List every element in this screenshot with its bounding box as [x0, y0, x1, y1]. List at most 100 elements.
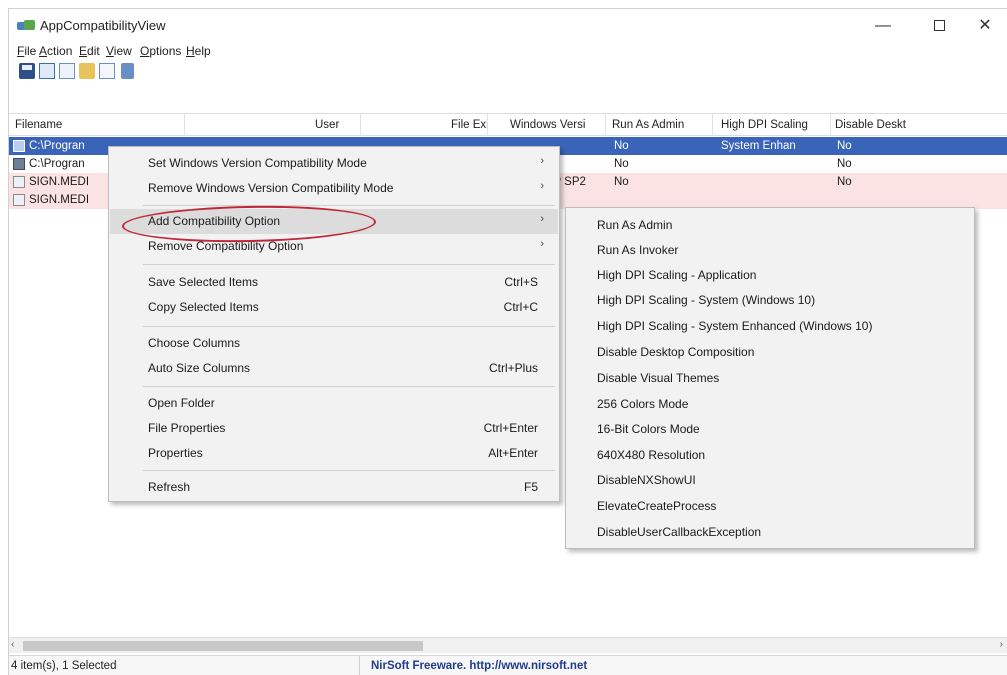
- submenu-item-label: High DPI Scaling - System Enhanced (Wind…: [597, 319, 873, 333]
- cell-run-as-admin: No: [614, 176, 629, 188]
- cell-filename: SIGN.MEDI: [29, 194, 90, 206]
- menu-item-label: Refresh: [148, 480, 191, 494]
- submenu-item-dpi-system[interactable]: High DPI Scaling - System (Windows 10): [567, 288, 973, 313]
- menu-bar: File Action Edit View Options Help: [9, 41, 1007, 61]
- menu-item-properties[interactable]: Properties Alt+Enter: [110, 441, 558, 466]
- context-menu: Set Windows Version Compatibility Mode ›…: [108, 146, 560, 502]
- properties-icon[interactable]: [39, 63, 55, 79]
- submenu-item-label: DisableNXShowUI: [597, 473, 696, 487]
- status-divider: [359, 656, 360, 675]
- cell-run-as-admin: No: [614, 158, 629, 170]
- menu-edit[interactable]: Edit: [79, 44, 100, 58]
- menu-item-label: Auto Size Columns: [148, 361, 251, 375]
- submenu-item-640x480[interactable]: 640X480 Resolution: [567, 443, 973, 468]
- submenu-item-disable-desktop-composition[interactable]: Disable Desktop Composition: [567, 340, 973, 365]
- menu-options[interactable]: Options: [140, 44, 181, 58]
- cell-run-as-admin: No: [614, 140, 629, 152]
- submenu-item-label: Run As Invoker: [597, 243, 679, 257]
- menu-item-remove-compatibility-option[interactable]: Remove Compatibility Option ›: [110, 234, 558, 259]
- cell-filename: C:\Progran: [29, 140, 85, 152]
- copy-icon[interactable]: [59, 63, 75, 79]
- menu-item-shortcut: Alt+Enter: [488, 446, 538, 460]
- column-header-run-as-admin[interactable]: Run As Admin: [606, 114, 713, 136]
- menu-item-add-compatibility-option[interactable]: Add Compatibility Option ›: [110, 209, 558, 234]
- column-header-user[interactable]: User: [185, 114, 361, 136]
- submenu-arrow-icon: ›: [540, 180, 544, 192]
- column-header-filename[interactable]: Filename: [9, 114, 185, 136]
- menu-item-refresh[interactable]: Refresh F5: [110, 475, 558, 500]
- cell-disable-desktop: No: [837, 176, 852, 188]
- menu-item-label: Copy Selected Items: [148, 300, 259, 314]
- menu-item-shortcut: F5: [523, 480, 538, 494]
- cell-high-dpi: System Enhan: [721, 140, 796, 152]
- submenu-item-label: 16-Bit Colors Mode: [597, 422, 700, 436]
- app-icon: [17, 20, 35, 32]
- menu-item-auto-size-columns[interactable]: Auto Size Columns Ctrl+Plus: [110, 356, 558, 381]
- status-credit-link[interactable]: NirSoft Freeware. http://www.nirsoft.net: [371, 660, 587, 672]
- submenu-item-run-as-admin[interactable]: Run As Admin: [567, 213, 973, 238]
- column-header-disable-desktop[interactable]: Disable Deskt: [831, 114, 1007, 136]
- menu-item-label: Save Selected Items: [148, 275, 259, 289]
- submenu-item-256-colors[interactable]: 256 Colors Mode: [567, 392, 973, 417]
- submenu-item-run-as-invoker[interactable]: Run As Invoker: [567, 238, 973, 263]
- menu-separator: [143, 386, 555, 387]
- toolbar: [9, 61, 1007, 83]
- menu-item-copy-selected[interactable]: Copy Selected Items Ctrl+C: [110, 295, 558, 320]
- menu-item-set-windows-version[interactable]: Set Windows Version Compatibility Mode ›: [110, 151, 558, 176]
- menu-action[interactable]: Action: [39, 44, 72, 58]
- menu-separator: [143, 205, 555, 206]
- menu-view[interactable]: View: [106, 44, 132, 58]
- open-folder-icon[interactable]: [79, 63, 95, 79]
- cell-disable-desktop: No: [837, 140, 852, 152]
- submenu-arrow-icon: ›: [540, 155, 544, 167]
- column-header-file-exists[interactable]: File Exists: [361, 114, 488, 136]
- menu-item-choose-columns[interactable]: Choose Columns: [110, 331, 558, 356]
- menu-item-label: Set Windows Version Compatibility Mode: [148, 156, 367, 170]
- submenu-arrow-icon: ›: [540, 238, 544, 250]
- scroll-thumb[interactable]: [23, 641, 423, 651]
- menu-separator: [143, 264, 555, 265]
- cell-disable-desktop: No: [837, 158, 852, 170]
- submenu-item-label: High DPI Scaling - System (Windows 10): [597, 293, 816, 307]
- column-header-high-dpi[interactable]: High DPI Scaling: [713, 114, 831, 136]
- exit-icon[interactable]: [121, 63, 134, 79]
- submenu-item-16-bit-colors[interactable]: 16-Bit Colors Mode: [567, 417, 973, 442]
- submenu-item-disable-nx-show-ui[interactable]: DisableNXShowUI: [567, 468, 973, 493]
- list-header: Filename User File Exists Windows Versi …: [9, 114, 1007, 136]
- menu-file[interactable]: File: [17, 44, 36, 58]
- submenu-item-dpi-system-enhanced[interactable]: High DPI Scaling - System Enhanced (Wind…: [567, 314, 973, 339]
- maximize-button[interactable]: [919, 13, 959, 39]
- submenu-item-elevate-create-process[interactable]: ElevateCreateProcess: [567, 494, 973, 519]
- close-button[interactable]: ✕: [965, 13, 1005, 39]
- choose-columns-icon[interactable]: [99, 63, 115, 79]
- submenu-item-disable-visual-themes[interactable]: Disable Visual Themes: [567, 366, 973, 391]
- menu-item-save-selected[interactable]: Save Selected Items Ctrl+S: [110, 270, 558, 295]
- menu-item-label: Choose Columns: [148, 336, 241, 350]
- menu-help[interactable]: Help: [186, 44, 211, 58]
- menu-item-shortcut: Ctrl+S: [504, 275, 538, 289]
- menu-item-file-properties[interactable]: File Properties Ctrl+Enter: [110, 416, 558, 441]
- horizontal-scrollbar[interactable]: ‹ ›: [9, 637, 1007, 653]
- submenu-item-disable-user-callback-exception[interactable]: DisableUserCallbackException: [567, 520, 973, 545]
- menu-item-open-folder[interactable]: Open Folder: [110, 391, 558, 416]
- menu-item-label: Remove Compatibility Option: [148, 239, 304, 253]
- save-icon[interactable]: [19, 63, 35, 79]
- title-bar: AppCompatibilityView — ✕: [9, 9, 1007, 41]
- menu-item-label: File Properties: [148, 421, 226, 435]
- submenu-item-label: DisableUserCallbackException: [597, 525, 762, 539]
- scroll-left-arrow[interactable]: ‹: [11, 639, 14, 650]
- submenu-item-label: Disable Desktop Composition: [597, 345, 755, 359]
- status-bar: 4 item(s), 1 Selected NirSoft Freeware. …: [9, 655, 1007, 675]
- submenu-item-label: 640X480 Resolution: [597, 448, 706, 462]
- compatibility-options-submenu: Run As Admin Run As Invoker High DPI Sca…: [565, 207, 975, 549]
- minimize-button[interactable]: —: [863, 13, 903, 39]
- cell-filename: SIGN.MEDI: [29, 176, 90, 188]
- column-header-windows-version[interactable]: Windows Versi: [488, 114, 606, 136]
- menu-item-shortcut: Ctrl+Enter: [483, 421, 538, 435]
- submenu-item-dpi-application[interactable]: High DPI Scaling - Application: [567, 263, 973, 288]
- scroll-right-arrow[interactable]: ›: [1000, 639, 1003, 650]
- menu-separator: [143, 470, 555, 471]
- submenu-item-label: ElevateCreateProcess: [597, 499, 717, 513]
- menu-item-remove-windows-version[interactable]: Remove Windows Version Compatibility Mod…: [110, 176, 558, 201]
- submenu-arrow-icon: ›: [540, 213, 544, 225]
